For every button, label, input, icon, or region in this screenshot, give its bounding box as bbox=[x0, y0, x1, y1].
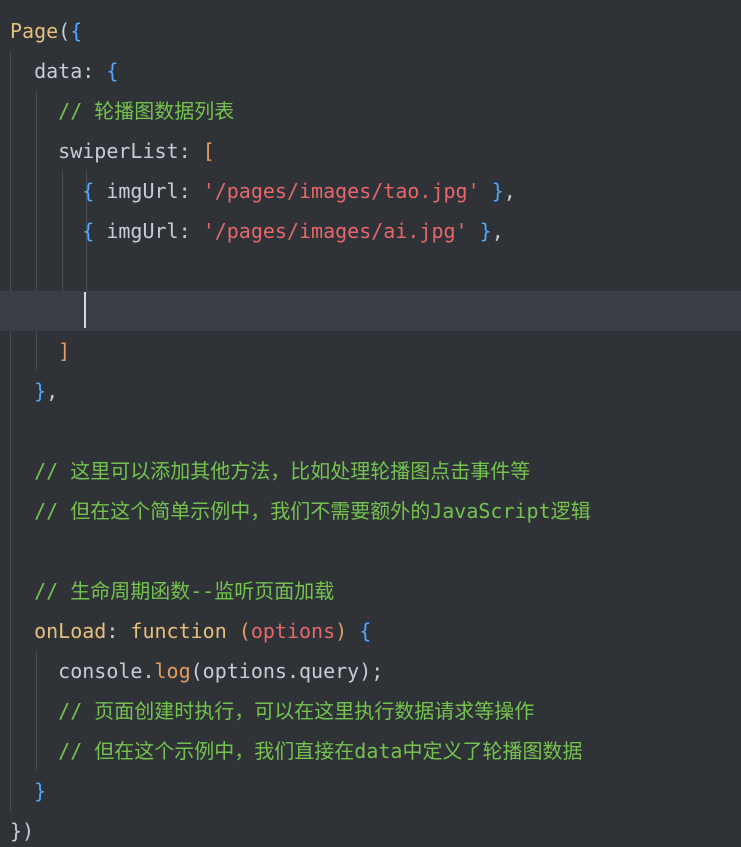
code-line[interactable]: }) bbox=[0, 811, 741, 847]
code-line[interactable]: // 但在这个简单示例中，我们不需要额外的JavaScript逻辑 bbox=[0, 491, 741, 531]
code-line[interactable] bbox=[0, 531, 741, 571]
code-token: : bbox=[178, 219, 203, 243]
code-token: // 轮播图数据列表 bbox=[10, 99, 235, 123]
code-token: function bbox=[130, 619, 227, 643]
code-token: console bbox=[10, 659, 143, 683]
code-line[interactable]: data: { bbox=[0, 51, 741, 91]
code-line[interactable]: onLoad: function (options) { bbox=[0, 611, 741, 651]
code-token: { bbox=[82, 219, 95, 243]
code-token: (options bbox=[190, 659, 287, 683]
code-token: [ bbox=[202, 139, 215, 163]
code-token: ] bbox=[10, 339, 71, 363]
code-line[interactable] bbox=[0, 411, 741, 451]
code-token: : bbox=[178, 139, 203, 163]
code-token: ( bbox=[238, 619, 251, 643]
code-token: } bbox=[491, 179, 504, 203]
code-token: log bbox=[154, 659, 191, 683]
code-token: }) bbox=[10, 819, 35, 843]
code-line[interactable]: // 但在这个示例中，我们直接在data中定义了轮播图数据 bbox=[0, 731, 741, 771]
code-token: { bbox=[106, 59, 119, 83]
code-token: swiperList bbox=[10, 139, 179, 163]
code-line[interactable] bbox=[0, 251, 741, 291]
code-line[interactable]: swiperList: [ bbox=[0, 131, 741, 171]
code-token: imgUrl bbox=[94, 219, 179, 243]
code-line[interactable]: // 生命周期函数--监听页面加载 bbox=[0, 571, 741, 611]
code-token: ) bbox=[335, 619, 348, 643]
code-token: // 页面创建时执行，可以在这里执行数据请求等操作 bbox=[10, 699, 535, 723]
code-token: } bbox=[34, 379, 47, 403]
code-line[interactable]: { imgUrl: '/pages/images/tao.jpg' }, bbox=[0, 171, 741, 211]
code-token: . bbox=[142, 659, 155, 683]
code-token: // 生命周期函数--监听页面加载 bbox=[10, 579, 335, 603]
code-line[interactable]: console.log(options.query); bbox=[0, 651, 741, 691]
code-line[interactable] bbox=[0, 291, 741, 331]
code-token: { bbox=[70, 19, 83, 43]
code-token: '/pages/images/ai.jpg' bbox=[202, 219, 468, 243]
code-token: : bbox=[106, 619, 131, 643]
code-line[interactable]: Page({ bbox=[0, 11, 741, 51]
code-token: onLoad bbox=[10, 619, 107, 643]
code-line[interactable]: ] bbox=[0, 331, 741, 371]
code-token: // 这里可以添加其他方法，比如处理轮播图点击事件等 bbox=[10, 459, 531, 483]
code-token: data bbox=[10, 59, 83, 83]
code-token: '/pages/images/tao.jpg' bbox=[202, 179, 480, 203]
code-token: // 但在这个简单示例中，我们不需要额外的JavaScript逻辑 bbox=[10, 499, 591, 523]
code-token: , bbox=[491, 219, 504, 243]
code-token: , bbox=[503, 179, 516, 203]
code-editor[interactable]: Page({ data: { // 轮播图数据列表 swiperList: [ … bbox=[0, 0, 741, 847]
code-token: imgUrl bbox=[94, 179, 179, 203]
code-line[interactable]: // 这里可以添加其他方法，比如处理轮播图点击事件等 bbox=[0, 451, 741, 491]
code-line[interactable]: } bbox=[0, 771, 741, 811]
text-cursor bbox=[84, 292, 86, 328]
code-token: options bbox=[250, 619, 336, 643]
code-token: query); bbox=[299, 659, 384, 683]
code-line[interactable]: // 页面创建时执行，可以在这里执行数据请求等操作 bbox=[0, 691, 741, 731]
code-token: : bbox=[82, 59, 107, 83]
code-token: ( bbox=[58, 19, 71, 43]
code-line[interactable]: // 轮播图数据列表 bbox=[0, 91, 741, 131]
code-token: . bbox=[286, 659, 299, 683]
code-token: { bbox=[359, 619, 372, 643]
code-line[interactable]: { imgUrl: '/pages/images/ai.jpg' }, bbox=[0, 211, 741, 251]
code-token: // 但在这个示例中，我们直接在data中定义了轮播图数据 bbox=[10, 739, 583, 763]
code-token: : bbox=[178, 179, 203, 203]
code-token: , bbox=[46, 379, 59, 403]
code-line[interactable]: }, bbox=[0, 371, 741, 411]
code-token: Page bbox=[10, 19, 59, 43]
code-token: } bbox=[34, 779, 47, 803]
code-token: } bbox=[479, 219, 492, 243]
code-token: { bbox=[82, 179, 95, 203]
